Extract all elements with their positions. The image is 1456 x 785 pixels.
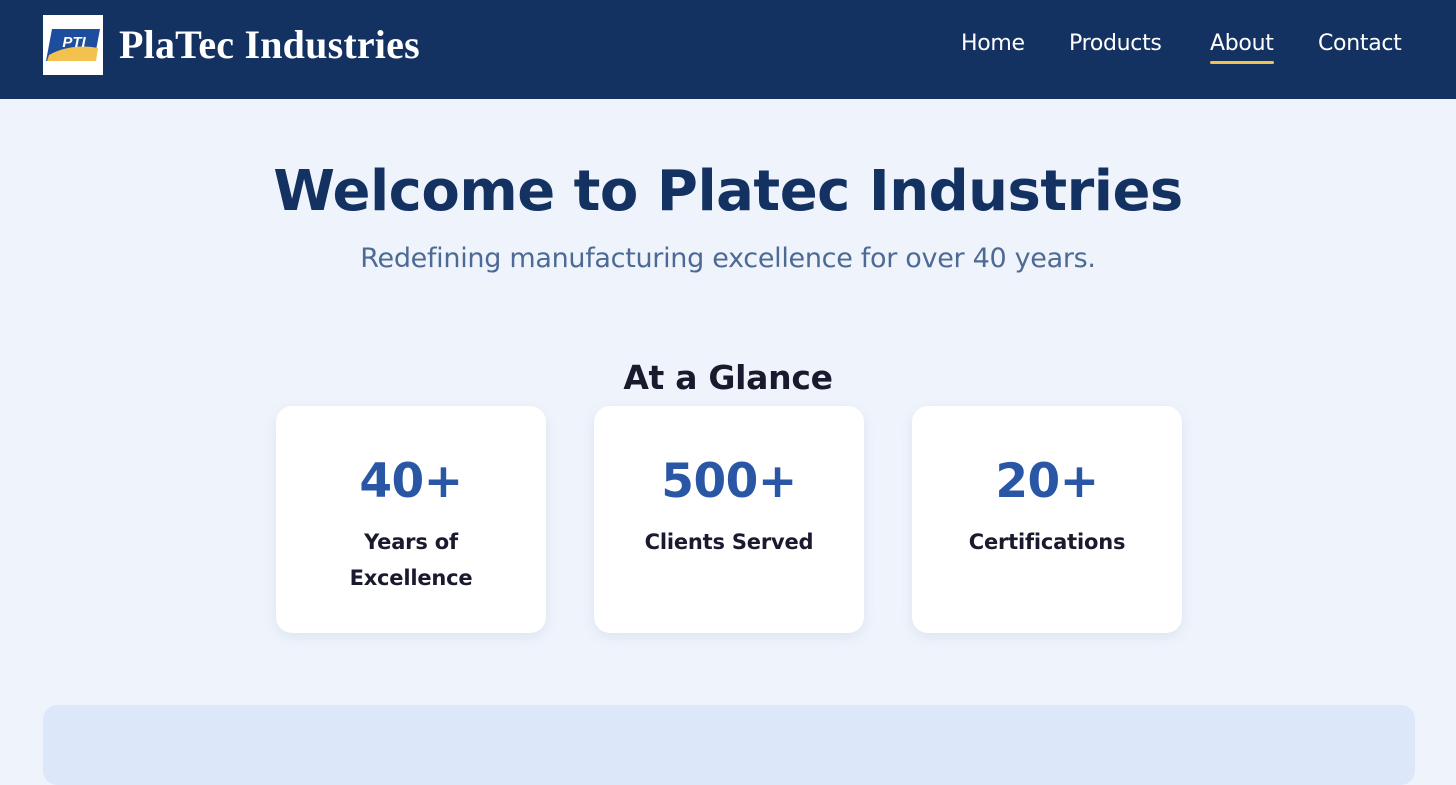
info-panel — [43, 705, 1415, 785]
company-logo[interactable]: PTI — [43, 15, 103, 75]
stat-card-clients: 500+ Clients Served — [594, 406, 864, 633]
stat-label: Certifications — [968, 530, 1126, 554]
stat-card-certifications: 20+ Certifications — [912, 406, 1182, 633]
stat-value: 20+ — [995, 454, 1099, 509]
svg-text:PTI: PTI — [62, 34, 86, 51]
hero-subtitle: Redefining manufacturing excellence for … — [360, 243, 1096, 274]
stat-value: 40+ — [359, 454, 463, 509]
stat-label: Years of Excellence — [349, 530, 473, 590]
nav-about[interactable]: About — [1210, 28, 1274, 64]
nav-products[interactable]: Products — [1069, 28, 1162, 62]
stat-card-years: 40+ Years of Excellence — [276, 406, 546, 633]
stat-label: Clients Served — [644, 530, 814, 554]
brand-name[interactable]: PlaTec Industries — [119, 20, 420, 70]
pti-logo-icon: PTI — [46, 29, 100, 61]
nav-contact[interactable]: Contact — [1318, 28, 1402, 62]
glance-section-title: At a Glance — [623, 358, 833, 397]
nav-home[interactable]: Home — [961, 28, 1025, 62]
stat-value: 500+ — [661, 454, 797, 509]
site-header: PTI PlaTec Industries Home Products Abou… — [0, 0, 1456, 99]
hero-title: Welcome to Platec Industries — [273, 159, 1183, 224]
